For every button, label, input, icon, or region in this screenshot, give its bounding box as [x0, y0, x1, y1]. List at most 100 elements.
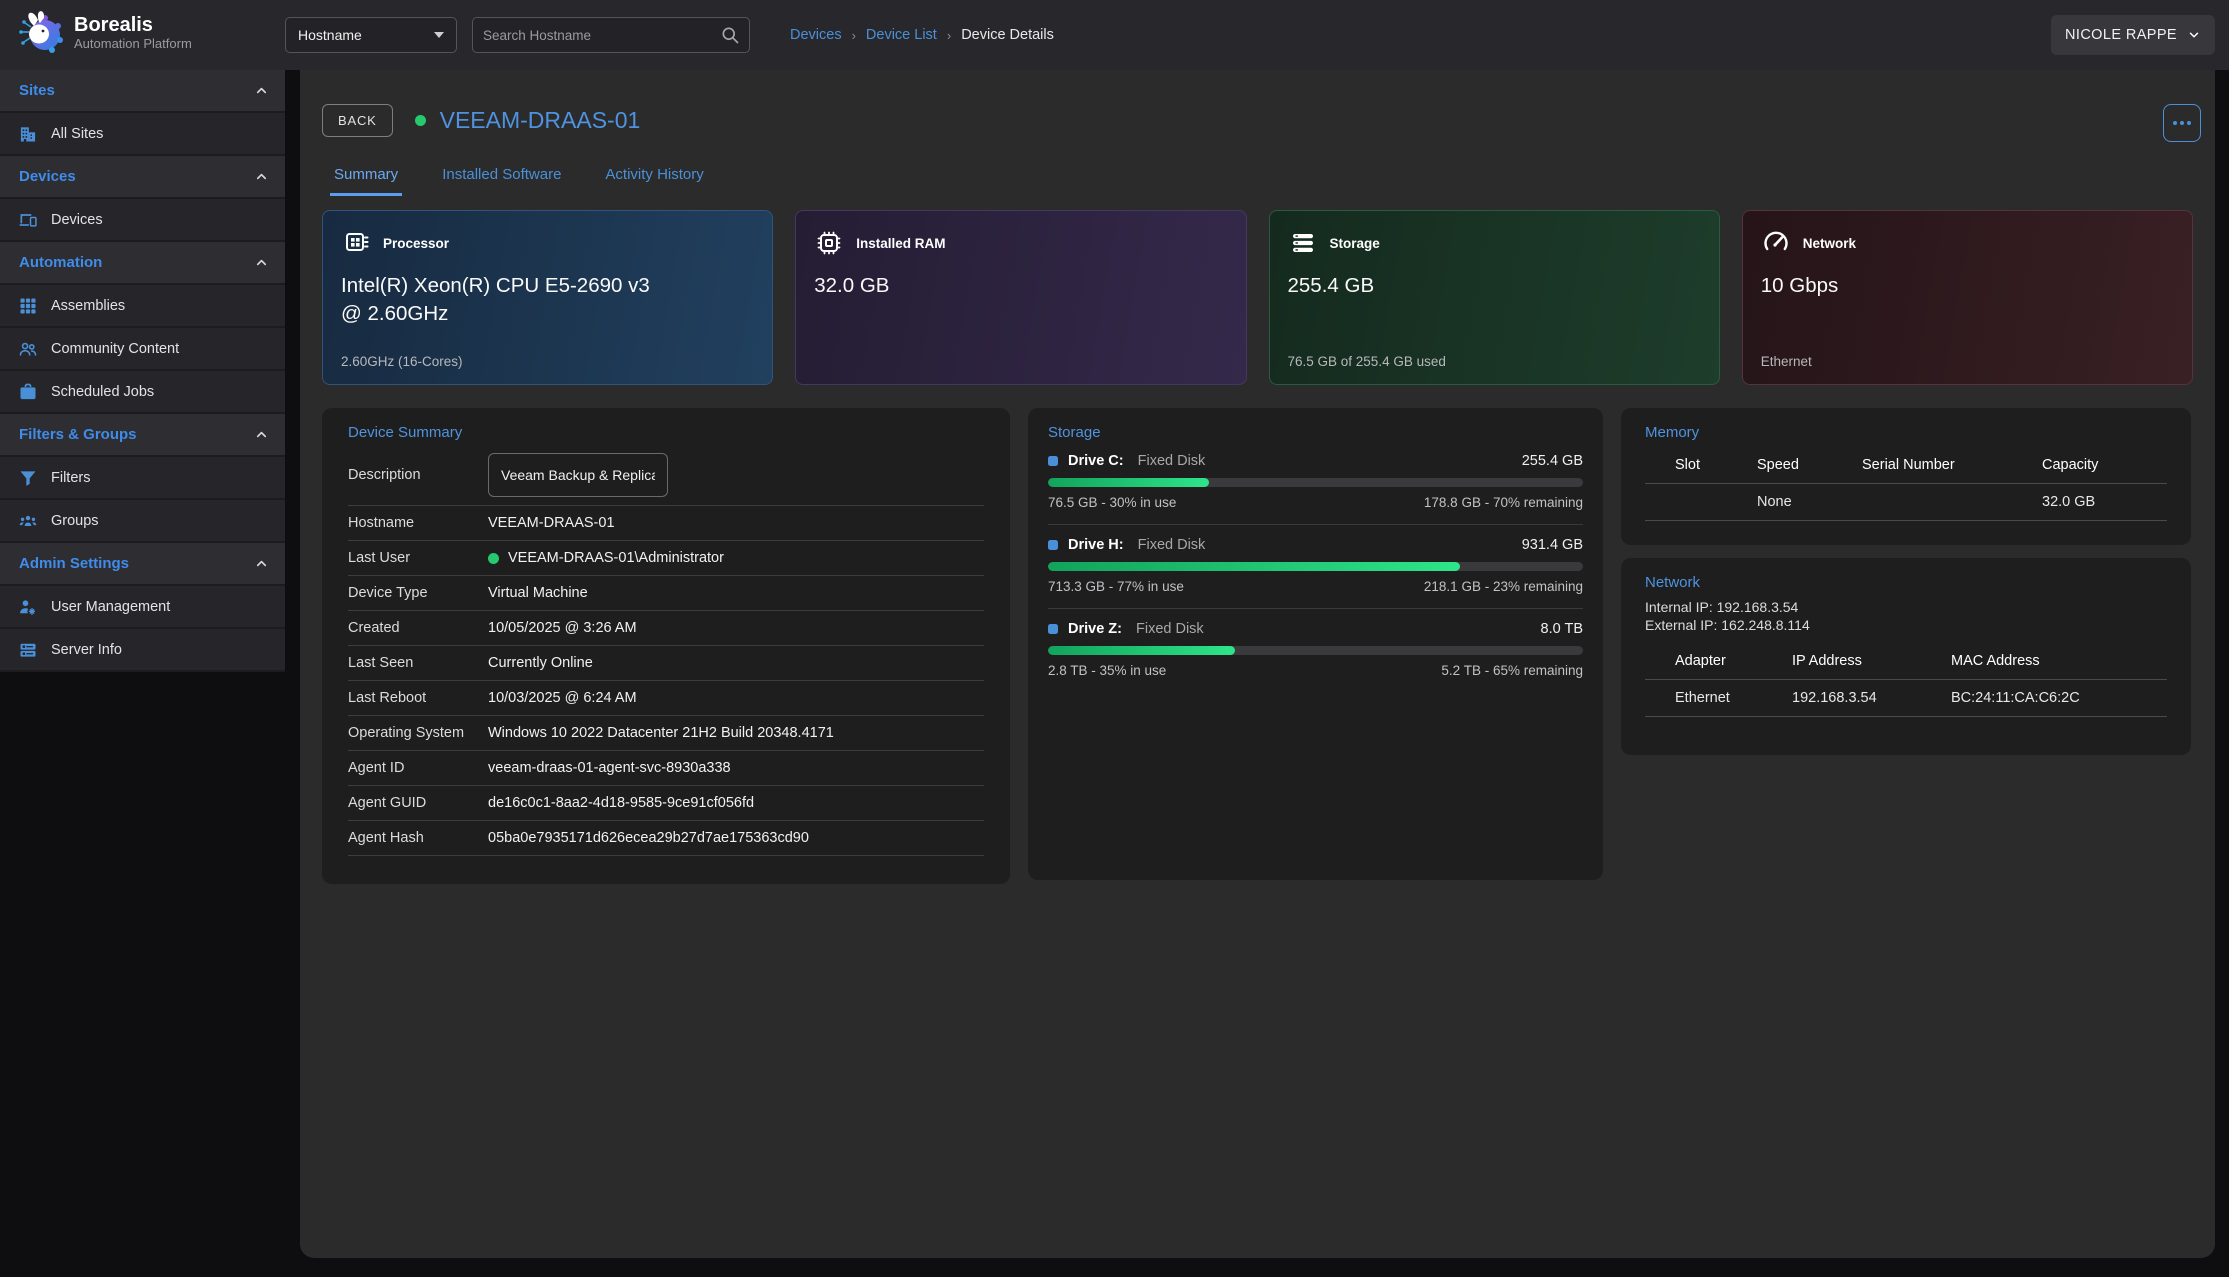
row-label: Hostname — [348, 515, 488, 531]
row-label: Agent Hash — [348, 830, 488, 846]
table-row: Agent ID veeam-draas-01-agent-svc-8930a3… — [348, 751, 984, 786]
row-label: Description — [348, 467, 488, 483]
hostname-filter-select[interactable]: Hostname — [285, 17, 457, 53]
breadcrumb-separator: › — [947, 28, 951, 43]
breadcrumb-devices[interactable]: Devices — [790, 27, 842, 43]
back-button[interactable]: BACK — [322, 104, 393, 137]
description-input[interactable] — [488, 453, 668, 497]
search-input[interactable] — [473, 28, 720, 43]
sidebar-item-community-content[interactable]: Community Content — [0, 328, 285, 371]
sidebar-item-filters[interactable]: Filters — [0, 457, 285, 500]
drive-capacity: 255.4 GB — [1522, 453, 1583, 469]
drive-name: Drive Z: — [1068, 621, 1122, 637]
device-summary-table: Description Hostname VEEAM-DRAAS-01 Last… — [348, 445, 984, 856]
filter-icon — [18, 468, 38, 488]
sidebar-section-label: Admin Settings — [19, 555, 129, 572]
detail-panels-row: Device Summary Description Hostname VEEA… — [322, 408, 2193, 884]
sidebar-item-label: Scheduled Jobs — [51, 384, 154, 400]
speedometer-icon — [1761, 228, 1791, 258]
drive-used-text: 76.5 GB - 30% in use — [1048, 495, 1176, 510]
card-title: Processor — [383, 236, 449, 251]
tab-activity-history[interactable]: Activity History — [601, 158, 707, 196]
drive-used-text: 713.3 GB - 77% in use — [1048, 579, 1184, 594]
stat-cards-row: Processor Intel(R) Xeon(R) CPU E5-2690 v… — [322, 210, 2193, 385]
brand: Borealis Automation Platform — [16, 8, 192, 56]
sidebar-section-label: Filters & Groups — [19, 426, 137, 443]
drive-usage-bar — [1048, 562, 1583, 571]
table-row: Last User VEEAM-DRAAS-01\Administrator — [348, 541, 984, 576]
row-value: Windows 10 2022 Datacenter 21H2 Build 20… — [488, 725, 834, 741]
drive-capacity: 8.0 TB — [1541, 621, 1583, 637]
processor-card: Processor Intel(R) Xeon(R) CPU E5-2690 v… — [322, 210, 773, 385]
devices-icon — [18, 210, 38, 230]
row-value: 05ba0e7935171d626ecea29b27d7ae175363cd90 — [488, 830, 809, 846]
sidebar-item-scheduled-jobs[interactable]: Scheduled Jobs — [0, 371, 285, 414]
sidebar-item-assemblies[interactable]: Assemblies — [0, 285, 285, 328]
sidebar-item-label: Server Info — [51, 642, 122, 658]
sidebar: Sites All Sites Devices Devices — [0, 70, 285, 672]
chevron-up-icon — [254, 169, 269, 184]
drive-row-c: Drive C: Fixed Disk 255.4 GB 76.5 GB - 3… — [1048, 441, 1583, 525]
drive-type: Fixed Disk — [1136, 621, 1204, 637]
drive-name: Drive C: — [1068, 453, 1124, 469]
adapter-name: Ethernet — [1675, 680, 1792, 716]
drive-capacity: 931.4 GB — [1522, 537, 1583, 553]
table-row: Last Reboot 10/03/2025 @ 6:24 AM — [348, 681, 984, 716]
drive-remaining-text: 5.2 TB - 65% remaining — [1441, 663, 1583, 678]
processor-footer: 2.60GHz (16-Cores) — [341, 354, 463, 369]
drive-bullet-icon — [1048, 624, 1058, 634]
drive-bullet-icon — [1048, 456, 1058, 466]
internal-ip: Internal IP: 192.168.3.54 — [1645, 599, 2167, 615]
column-header: IP Address — [1792, 649, 1951, 679]
drive-usage-fill — [1048, 478, 1209, 487]
sidebar-item-server-info[interactable]: Server Info — [0, 629, 285, 672]
drive-row-z: Drive Z: Fixed Disk 8.0 TB 2.8 TB - 35% … — [1048, 609, 1583, 692]
breadcrumb-separator: › — [852, 28, 856, 43]
drive-type: Fixed Disk — [1138, 453, 1206, 469]
sidebar-section-filters-groups[interactable]: Filters & Groups — [0, 414, 285, 457]
sidebar-section-automation[interactable]: Automation — [0, 242, 285, 285]
external-ip: External IP: 162.248.8.114 — [1645, 617, 2167, 633]
search-box[interactable] — [472, 17, 750, 53]
chevron-down-icon — [2187, 28, 2201, 42]
grid-icon — [18, 296, 38, 316]
sidebar-section-devices[interactable]: Devices — [0, 156, 285, 199]
sidebar-item-label: Community Content — [51, 341, 179, 357]
sidebar-section-sites[interactable]: Sites — [0, 70, 285, 113]
table-row: None 32.0 GB — [1645, 484, 2167, 521]
tab-summary[interactable]: Summary — [330, 158, 402, 196]
tab-installed-software[interactable]: Installed Software — [438, 158, 565, 196]
memory-panel: Memory Slot Speed Serial Number Capacity… — [1621, 408, 2191, 545]
brand-name: Borealis — [74, 14, 192, 36]
ram-chip-icon — [814, 228, 844, 258]
sidebar-item-user-management[interactable]: User Management — [0, 586, 285, 629]
last-user-value: VEEAM-DRAAS-01\Administrator — [508, 550, 724, 566]
user-menu-button[interactable]: NICOLE RAPPE — [2051, 15, 2215, 55]
sidebar-item-label: Groups — [51, 513, 99, 529]
row-label: Last Reboot — [348, 690, 488, 706]
table-row: Agent Hash 05ba0e7935171d626ecea29b27d7a… — [348, 821, 984, 856]
drive-used-text: 2.8 TB - 35% in use — [1048, 663, 1166, 678]
row-label: Operating System — [348, 725, 488, 741]
memory-speed: None — [1757, 484, 1862, 520]
more-actions-button[interactable] — [2163, 104, 2201, 142]
installed-ram-card: Installed RAM 32.0 GB — [795, 210, 1246, 385]
sidebar-item-all-sites[interactable]: All Sites — [0, 113, 285, 156]
memory-table: Slot Speed Serial Number Capacity None 3… — [1645, 453, 2167, 521]
sidebar-item-devices[interactable]: Devices — [0, 199, 285, 242]
drive-bullet-icon — [1048, 540, 1058, 550]
row-value: 10/05/2025 @ 3:26 AM — [488, 620, 637, 636]
table-row: Last Seen Currently Online — [348, 646, 984, 681]
row-value: VEEAM-DRAAS-01 — [488, 515, 615, 531]
sidebar-section-label: Devices — [19, 168, 76, 185]
breadcrumb-device-list[interactable]: Device List — [866, 27, 937, 43]
sidebar-item-groups[interactable]: Groups — [0, 500, 285, 543]
ellipsis-icon — [2187, 121, 2191, 125]
sidebar-section-admin-settings[interactable]: Admin Settings — [0, 543, 285, 586]
device-summary-title: Device Summary — [348, 424, 984, 441]
main-content: BACK VEEAM-DRAAS-01 Summary Installed So… — [300, 70, 2215, 1258]
network-footer: Ethernet — [1761, 354, 1812, 369]
drive-name: Drive H: — [1068, 537, 1124, 553]
table-row: Created 10/05/2025 @ 3:26 AM — [348, 611, 984, 646]
row-label: Created — [348, 620, 488, 636]
